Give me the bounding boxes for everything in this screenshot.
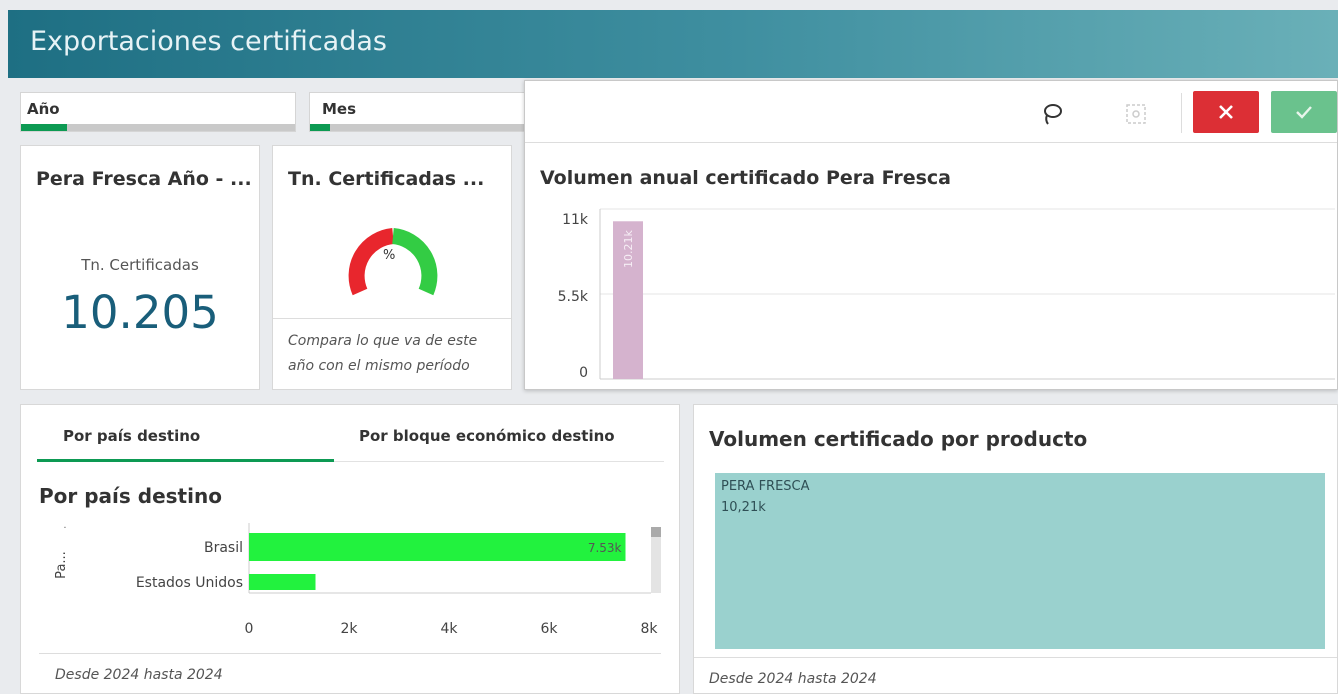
tab-por-pais-destino[interactable]: Por país destino: [63, 427, 200, 445]
kpi-label: Tn. Certificadas: [81, 256, 199, 274]
gauge-green-arc: [391, 228, 438, 296]
filter-month-bar: [310, 124, 528, 131]
x-tick-label: 0: [245, 621, 254, 637]
tab-por-bloque-economico[interactable]: Por bloque económico destino: [359, 427, 615, 445]
x-tick-label: 6k: [540, 621, 558, 637]
panel-title: Volumen certificado por producto: [709, 427, 1088, 451]
annual-bar-chart[interactable]: 11k 5.5k 0 10.21k: [525, 199, 1337, 389]
y-tick-label: 5.5k: [558, 289, 589, 305]
app-header: Exportaciones certificadas: [8, 10, 1338, 78]
divider: [273, 318, 511, 319]
footer-divider: [39, 653, 661, 654]
cancel-selection-button[interactable]: [1193, 91, 1259, 133]
bar-estados-unidos[interactable]: [249, 574, 316, 590]
kpi-card-title: Pera Fresca Año - ...: [36, 168, 252, 190]
treemap-tile-pera-fresca[interactable]: PERA FRESCA 10,21k: [715, 473, 1325, 649]
confirm-selection-button[interactable]: [1271, 91, 1337, 133]
scrollbar-thumb[interactable]: [651, 527, 661, 537]
bar-data-label: 7.53k: [588, 541, 622, 555]
y-axis-title: Pa...: [54, 551, 69, 579]
gauge-footnote-2: año con el mismo período: [288, 358, 470, 374]
category-label: Brasil: [204, 540, 243, 556]
annual-volume-chart-card[interactable]: Volumen anual certificado Pera Fresca 11…: [524, 80, 1338, 390]
axis-dot: ·: [63, 523, 66, 534]
filter-month-label: Mes: [322, 100, 357, 118]
gauge-red-arc: [348, 228, 395, 296]
clear-selection-icon[interactable]: [1121, 99, 1151, 129]
footer-divider: [694, 657, 1337, 658]
tab-divider: [334, 461, 664, 462]
filter-month-selected-fill: [310, 124, 330, 131]
country-bar-chart[interactable]: Pa... · Brasil 7.53k Estados Unidos 0 2k 4k 6k…: [21, 523, 679, 643]
gauge-footnote-1: Compara lo que va de este: [288, 333, 478, 349]
active-tab-indicator: [37, 459, 334, 462]
x-tick-label: 4k: [440, 621, 458, 637]
app-title: Exportaciones certificadas: [30, 26, 387, 57]
x-tick-label: 2k: [340, 621, 358, 637]
gauge-label: %: [383, 248, 396, 263]
filter-month[interactable]: Mes: [309, 92, 529, 132]
category-label: Estados Unidos: [136, 575, 243, 591]
filter-year[interactable]: Año: [20, 92, 296, 132]
filter-year-selected-fill: [21, 124, 67, 131]
check-icon: [1296, 106, 1312, 119]
chart-title: Volumen anual certificado Pera Fresca: [540, 167, 951, 189]
y-tick-label: 11k: [562, 212, 589, 228]
lasso-icon[interactable]: [1037, 99, 1067, 129]
treemap-tile-label: PERA FRESCA: [721, 479, 810, 494]
toolbar-divider: [1181, 93, 1182, 133]
treemap-tile-value: 10,21k: [721, 500, 766, 515]
kpi-card-pera-fresca[interactable]: Pera Fresca Año - ... Tn. Certificadas 1…: [20, 145, 260, 390]
close-icon: [1219, 105, 1233, 119]
panel-footer: Desde 2024 hasta 2024: [55, 667, 223, 683]
country-destination-panel: Por país destino Por bloque económico de…: [20, 404, 680, 694]
kpi-value: 10.205: [61, 286, 219, 339]
gauge-card-title: Tn. Certificadas ...: [288, 168, 485, 190]
filter-year-label: Año: [27, 100, 60, 118]
bar-brasil[interactable]: [249, 533, 626, 561]
x-tick-label: 8k: [640, 621, 658, 637]
gauge-card[interactable]: Tn. Certificadas ... % Compara lo que va…: [272, 145, 512, 390]
bar-data-label: 10.21k: [622, 229, 635, 267]
y-tick-label: 0: [579, 365, 588, 381]
panel-title: Por país destino: [39, 484, 222, 508]
product-volume-panel: Volumen certificado por producto PERA FR…: [693, 404, 1338, 694]
